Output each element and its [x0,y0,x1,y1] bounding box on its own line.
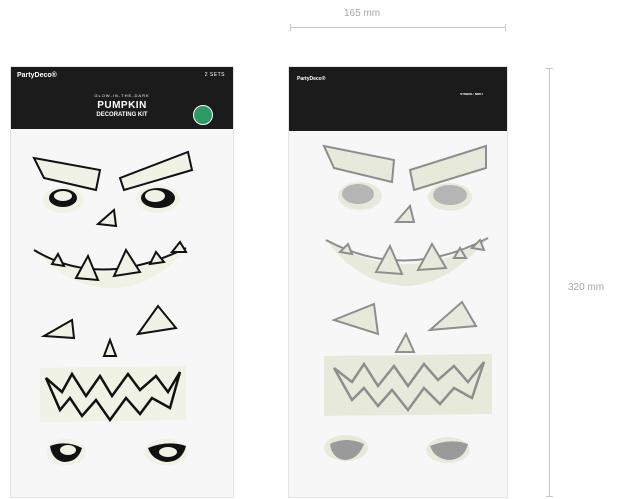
back-bottom-eyes [324,435,470,463]
front-eyebrows [32,150,194,192]
back-eyes [338,182,472,211]
front-small-nose [102,337,118,357]
back-eyebrows [322,144,487,192]
front-nose [95,208,118,228]
front-tooth-3 [112,247,142,278]
front-eyes [43,185,180,213]
front-nose-shape [95,208,118,228]
front-zigzag-mouth [40,366,186,423]
front-mouth-1 [33,240,190,289]
front-bottom-eyes [46,439,188,465]
front-tooth-5 [169,240,188,253]
back-left-eyebrow [322,144,396,184]
back-left-eye [342,184,374,204]
front-left-eyebrow [32,156,102,192]
back-zigzag-mouth [324,354,492,416]
back-mouth-1 [325,236,490,286]
front-eyes-2 [40,304,178,357]
front-tooth-1 [50,251,66,268]
back-right-eye [433,185,467,205]
front-triangle-eye-left [40,318,76,340]
sticker-artwork [32,144,492,465]
back-eyes-2 [331,300,478,353]
back-nose [393,203,416,223]
front-right-eyebrow [118,150,194,192]
front-triangle-eye-right [135,304,178,336]
front-tooth-4 [148,250,166,266]
